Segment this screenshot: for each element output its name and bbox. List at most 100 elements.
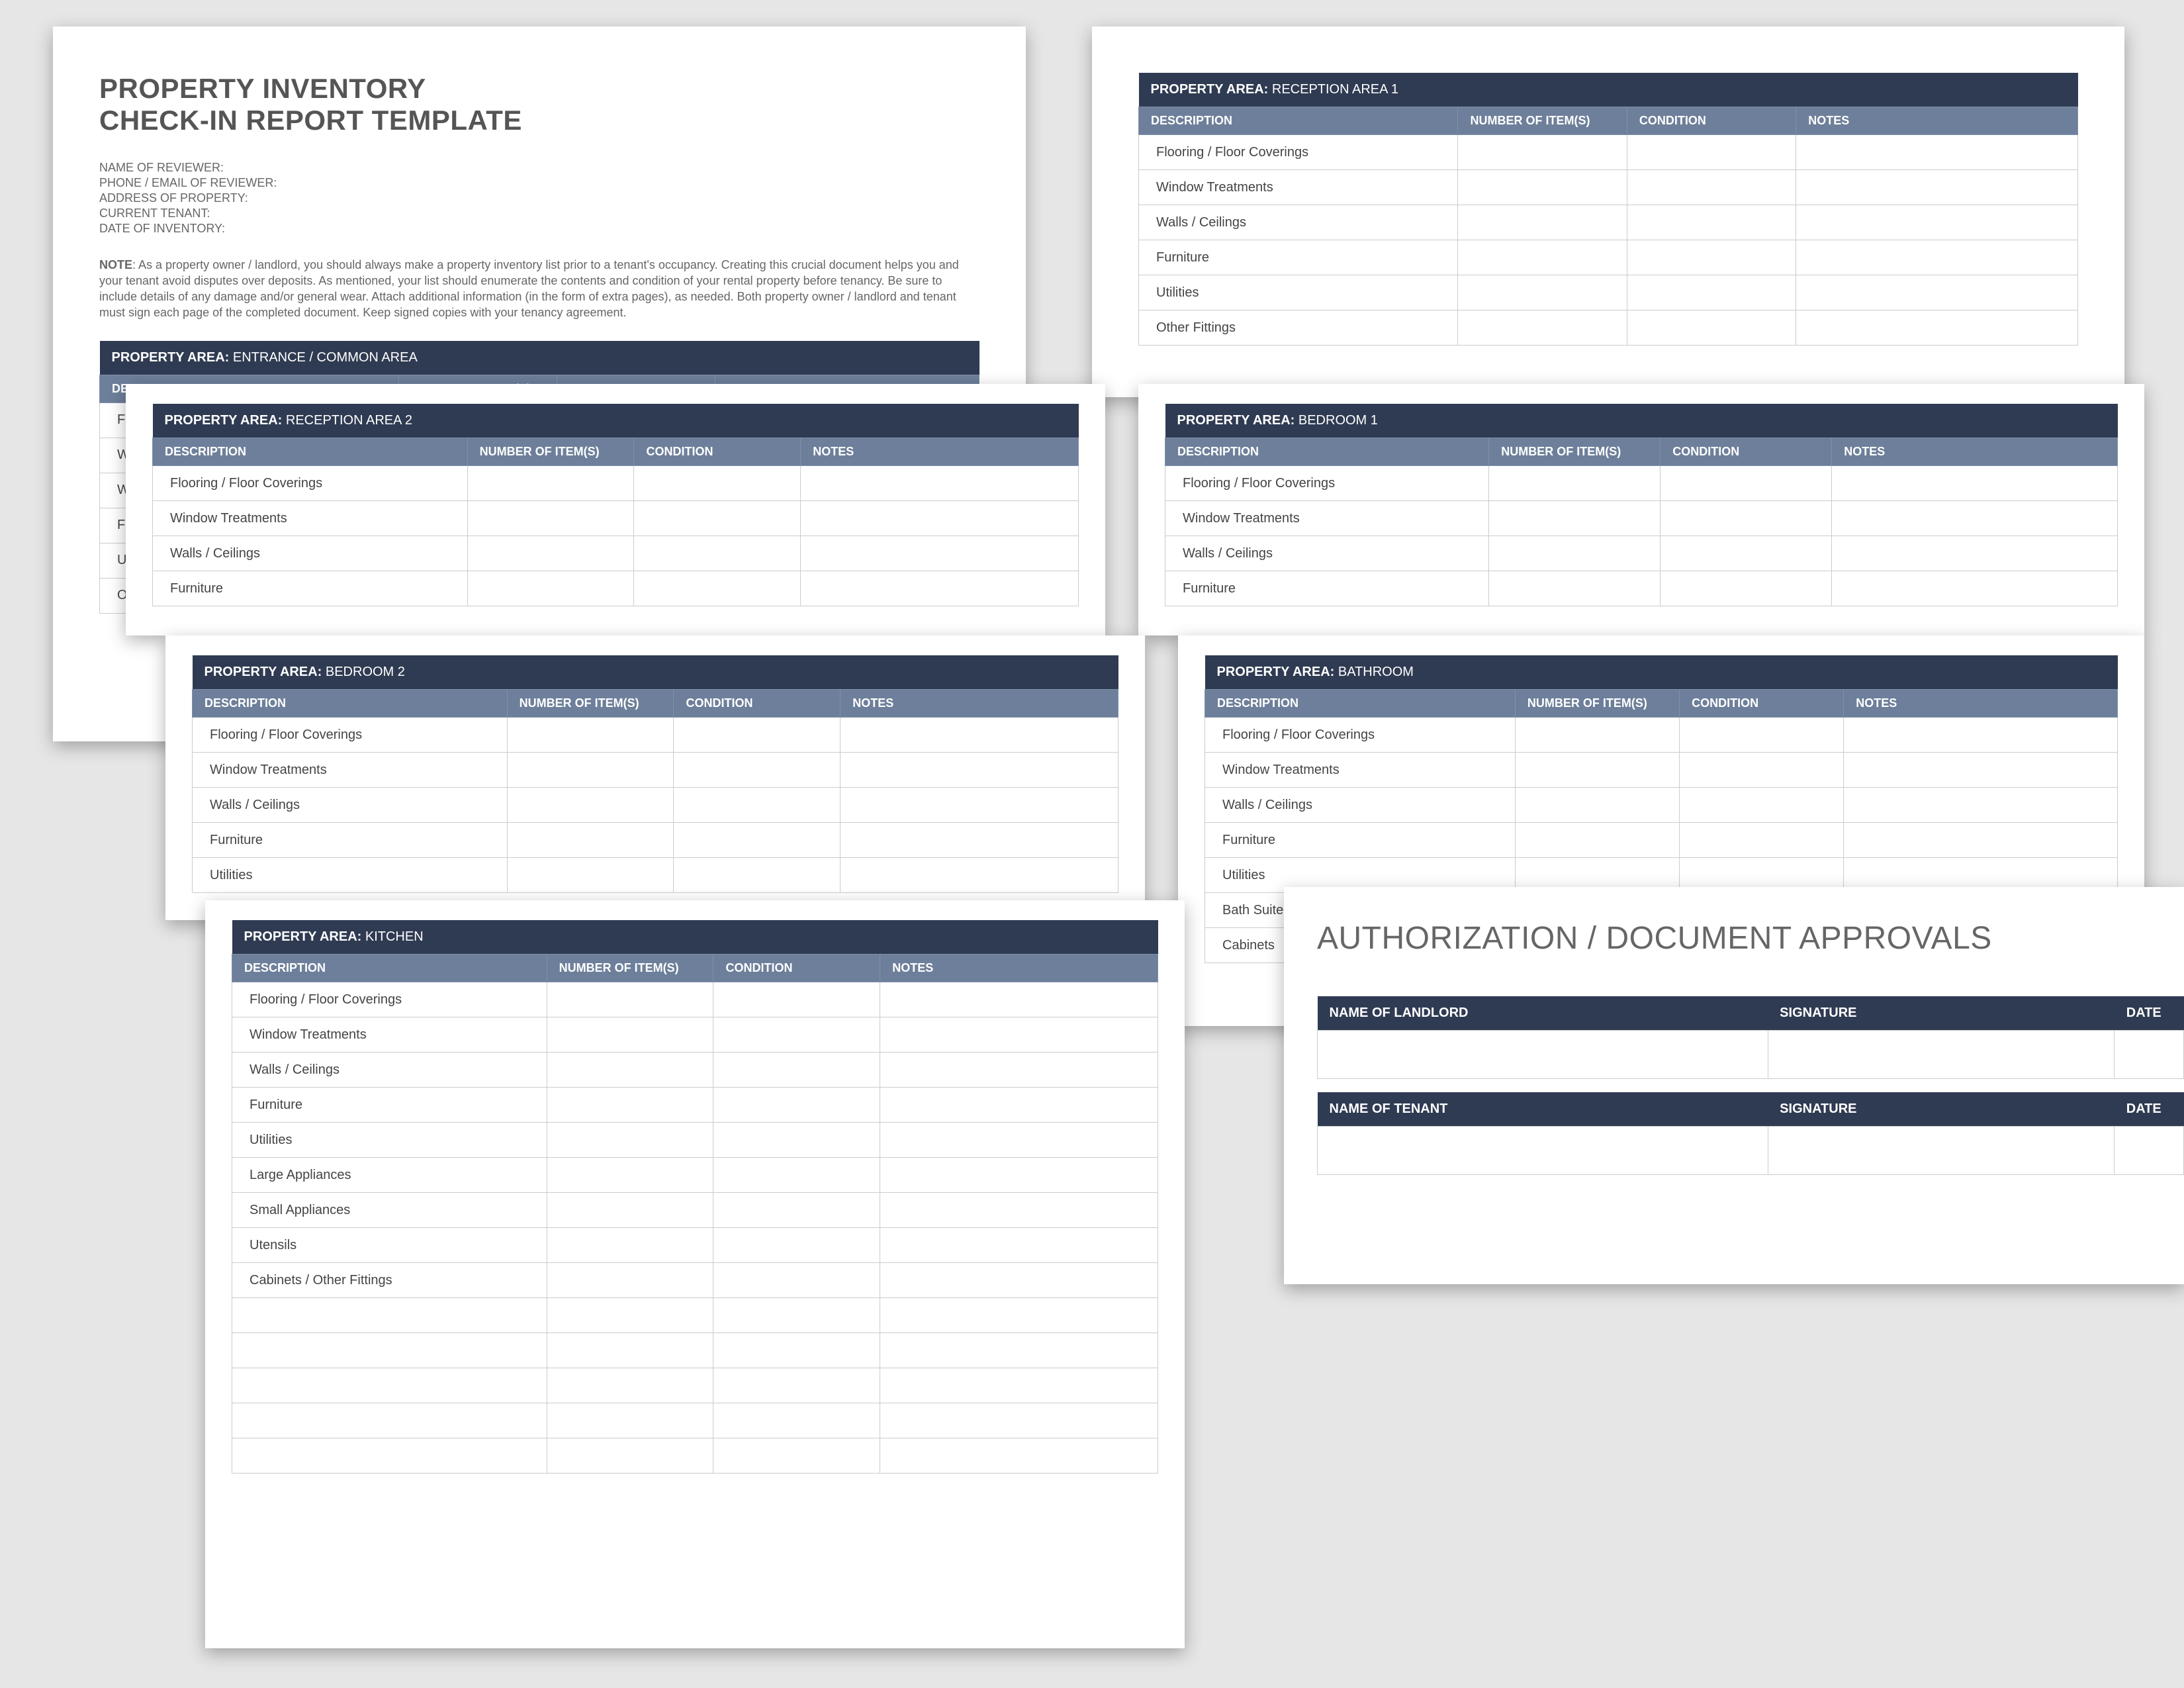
cell-input[interactable] xyxy=(713,1403,880,1438)
cell-input[interactable] xyxy=(507,753,674,788)
cell-input[interactable] xyxy=(1680,788,1844,823)
cell-input[interactable] xyxy=(1844,718,2118,753)
cell-input[interactable] xyxy=(467,501,634,536)
cell-input[interactable] xyxy=(467,466,634,501)
cell-input[interactable] xyxy=(880,1158,1158,1193)
cell-input[interactable] xyxy=(880,1263,1158,1298)
cell-input[interactable] xyxy=(841,753,1118,788)
cell-input[interactable] xyxy=(467,536,634,571)
cell-input[interactable] xyxy=(1844,788,2118,823)
cell-input[interactable] xyxy=(1832,466,2118,501)
cell-input[interactable] xyxy=(507,858,674,893)
cell-input[interactable] xyxy=(1844,753,2118,788)
cell-input[interactable] xyxy=(1458,310,1627,346)
cell-input[interactable] xyxy=(634,571,801,606)
cell-input[interactable] xyxy=(1661,501,1832,536)
cell-input[interactable] xyxy=(547,1298,713,1333)
cell-input[interactable] xyxy=(880,1298,1158,1333)
cell-input[interactable] xyxy=(507,718,674,753)
cell-input[interactable] xyxy=(547,1017,713,1053)
cell-input[interactable] xyxy=(1661,571,1832,606)
cell-input[interactable] xyxy=(1489,466,1661,501)
cell-input[interactable] xyxy=(841,718,1118,753)
cell-input[interactable] xyxy=(1796,240,2078,275)
cell-input[interactable] xyxy=(713,1158,880,1193)
cell-input[interactable] xyxy=(801,466,1079,501)
cell-input[interactable] xyxy=(1489,501,1661,536)
cell-input[interactable] xyxy=(1627,170,1796,205)
cell-input[interactable] xyxy=(547,1088,713,1123)
cell-input[interactable] xyxy=(841,788,1118,823)
cell-input[interactable] xyxy=(880,982,1158,1017)
cell-input[interactable] xyxy=(1458,240,1627,275)
cell-input[interactable] xyxy=(674,718,841,753)
cell-input[interactable] xyxy=(880,1017,1158,1053)
cell-input[interactable] xyxy=(801,501,1079,536)
cell-input[interactable] xyxy=(674,823,841,858)
cell-input[interactable] xyxy=(801,536,1079,571)
cell-input[interactable] xyxy=(880,1228,1158,1263)
auth-cell[interactable] xyxy=(1768,1031,2115,1079)
cell-input[interactable] xyxy=(1832,536,2118,571)
cell-input[interactable] xyxy=(1489,536,1661,571)
cell-input[interactable] xyxy=(507,823,674,858)
cell-input[interactable] xyxy=(713,1438,880,1474)
cell-input[interactable] xyxy=(1832,571,2118,606)
cell-input[interactable] xyxy=(880,1438,1158,1474)
cell-input[interactable] xyxy=(547,1158,713,1193)
cell-input[interactable] xyxy=(1458,275,1627,310)
cell-input[interactable] xyxy=(1515,753,1679,788)
cell-input[interactable] xyxy=(713,1298,880,1333)
cell-input[interactable] xyxy=(841,858,1118,893)
cell-input[interactable] xyxy=(547,1123,713,1158)
cell-input[interactable] xyxy=(801,571,1079,606)
cell-input[interactable] xyxy=(1627,205,1796,240)
cell-input[interactable] xyxy=(880,1368,1158,1403)
cell-input[interactable] xyxy=(674,858,841,893)
cell-input[interactable] xyxy=(547,1368,713,1403)
cell-input[interactable] xyxy=(880,1053,1158,1088)
cell-input[interactable] xyxy=(634,536,801,571)
cell-input[interactable] xyxy=(880,1193,1158,1228)
cell-input[interactable] xyxy=(1458,170,1627,205)
auth-cell[interactable] xyxy=(2115,1127,2184,1175)
cell-input[interactable] xyxy=(634,501,801,536)
cell-input[interactable] xyxy=(713,1088,880,1123)
cell-input[interactable] xyxy=(713,1228,880,1263)
cell-input[interactable] xyxy=(1627,275,1796,310)
cell-input[interactable] xyxy=(713,1333,880,1368)
cell-input[interactable] xyxy=(547,1263,713,1298)
cell-input[interactable] xyxy=(1458,205,1627,240)
cell-input[interactable] xyxy=(713,1263,880,1298)
cell-input[interactable] xyxy=(547,1403,713,1438)
cell-input[interactable] xyxy=(1627,240,1796,275)
cell-input[interactable] xyxy=(1832,501,2118,536)
cell-input[interactable] xyxy=(713,982,880,1017)
cell-input[interactable] xyxy=(547,1333,713,1368)
cell-input[interactable] xyxy=(1627,135,1796,170)
cell-input[interactable] xyxy=(1796,170,2078,205)
cell-input[interactable] xyxy=(634,466,801,501)
cell-input[interactable] xyxy=(1796,310,2078,346)
cell-input[interactable] xyxy=(547,1228,713,1263)
cell-input[interactable] xyxy=(713,1368,880,1403)
cell-input[interactable] xyxy=(880,1088,1158,1123)
auth-cell[interactable] xyxy=(1318,1031,1768,1079)
cell-input[interactable] xyxy=(713,1017,880,1053)
cell-input[interactable] xyxy=(507,788,674,823)
cell-input[interactable] xyxy=(1489,571,1661,606)
cell-input[interactable] xyxy=(467,571,634,606)
cell-input[interactable] xyxy=(1627,310,1796,346)
cell-input[interactable] xyxy=(713,1123,880,1158)
auth-cell[interactable] xyxy=(1768,1127,2115,1175)
cell-input[interactable] xyxy=(547,1193,713,1228)
cell-input[interactable] xyxy=(880,1403,1158,1438)
cell-input[interactable] xyxy=(547,1053,713,1088)
cell-input[interactable] xyxy=(1458,135,1627,170)
cell-input[interactable] xyxy=(1680,718,1844,753)
cell-input[interactable] xyxy=(1796,135,2078,170)
cell-input[interactable] xyxy=(547,982,713,1017)
cell-input[interactable] xyxy=(674,788,841,823)
cell-input[interactable] xyxy=(547,1438,713,1474)
cell-input[interactable] xyxy=(1844,823,2118,858)
